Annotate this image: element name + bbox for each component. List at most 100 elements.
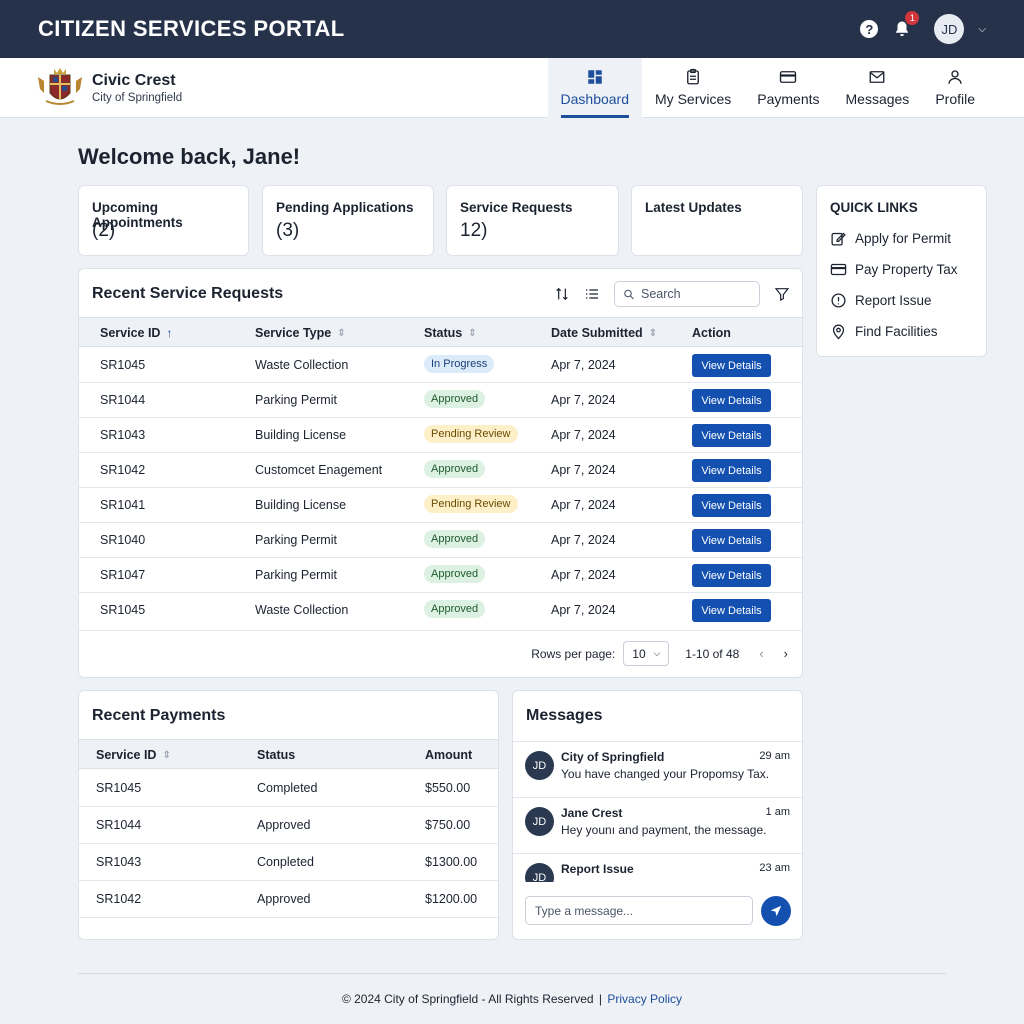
message-input[interactable] [525,896,753,925]
table-row: SR1045 Waste Collection Approved Apr 7, … [79,593,802,631]
service-id: SR1042 [100,463,146,477]
stat-label: Latest Updates [645,200,742,215]
view-details-button[interactable]: View Details [692,354,771,377]
view-details-button[interactable]: View Details [692,389,771,412]
stat-card-pending-applications[interactable]: Pending Applications (3) [262,185,434,256]
sort-icon: ⇕ [468,327,477,339]
view-details-button[interactable]: View Details [692,529,771,552]
nav-item-dashboard[interactable]: Dashboard [547,57,643,118]
message-time: 1 am [765,806,790,818]
stat-value: (3) [276,220,300,241]
payment-status: Approved [257,892,311,906]
stat-card-service-requests[interactable]: Service Requests 12) [446,185,619,256]
nav-label-profile: Profile [935,91,975,107]
copyright-text: © 2024 City of Springfield - All Rights … [341,992,594,1006]
brand[interactable]: Civic Crest City of Springfield [0,67,182,109]
table-row: SR1045 Waste Collection In Progress Apr … [79,348,802,383]
search-input[interactable] [641,287,751,301]
view-details-button[interactable]: View Details [692,424,771,447]
quick-link-apply-permit[interactable]: Apply for Permit [830,230,951,247]
help-icon[interactable]: ? [860,20,879,38]
payment-amount: $1300.00 [425,855,478,869]
column-header-service-id[interactable]: Service ID ⇕ [96,748,171,762]
service-id: SR1047 [100,568,146,582]
user-icon [948,70,962,84]
service-id: SR1040 [100,533,146,547]
message-item[interactable]: JD City of Springfield 29 am You have ch… [513,742,802,798]
clipboard-icon [687,68,700,85]
notifications-button[interactable]: 1 [892,11,920,40]
message-item[interactable]: JD Jane Crest 1 am Hey younı and payment… [513,798,802,854]
service-type: Building License [255,428,347,442]
filter-icon[interactable] [774,286,790,302]
message-sender: Jane Crest [561,806,623,820]
message-item[interactable]: JD Report Issue 23 am [513,854,802,882]
sort-icon: ⇕ [648,327,658,339]
stat-value: (2) [92,220,116,241]
nav-item-payments[interactable]: Payments [744,58,832,118]
send-button[interactable] [761,896,791,926]
message-time: 23 am [759,862,790,874]
search-box[interactable] [614,281,760,307]
table-row: SR1044 Parking Permit Approved Apr 7, 20… [79,383,802,418]
chevron-down-icon[interactable]: ⌵ [978,24,986,35]
quick-link-find-facilities[interactable]: Find Facilities [830,323,938,340]
city-crest-logo [38,67,82,105]
nav-item-my-services[interactable]: My Services [642,58,744,118]
service-type: Parking Permit [255,568,337,582]
stat-label: Upcoming Appointments [92,200,183,230]
view-details-button[interactable]: View Details [692,494,771,517]
stat-card-upcoming-appointments[interactable]: Upcoming Appointments (2) [78,185,249,256]
message-text: You have changed your Propomsy Tax. [561,767,770,781]
table-row: SR1042 Customcet Enagement Approved Apr … [79,453,802,488]
list-view-icon[interactable] [584,286,600,302]
top-header-bar: CITIZEN SERVICES PORTAL ? 1 JD ⌵ [0,0,1024,58]
send-icon [770,905,782,917]
column-header-status[interactable]: Status ⇕ [424,326,477,340]
search-icon [624,289,634,299]
quick-link-pay-property-tax[interactable]: Pay Property Tax [830,261,958,278]
nav-item-profile[interactable]: Profile [922,58,988,118]
service-id: SR1044 [96,818,142,832]
welcome-heading: Welcome back, Jane! [78,144,301,169]
service-type: Waste Collection [255,603,349,617]
quick-link-label: Pay Property Tax [855,262,958,277]
view-details-button[interactable]: View Details [692,599,771,622]
service-requests-title: Recent Service Requests [92,285,284,302]
card-icon [830,263,847,276]
messages-title: Messages [526,707,603,724]
view-details-button[interactable]: View Details [692,459,771,482]
column-header-service-id[interactable]: Service ID ↑ [100,326,172,340]
status-badge: Approved [424,460,486,478]
service-type: Customcet Enagement [255,463,383,477]
previous-page-icon[interactable]: ‹ [759,646,763,661]
quick-link-report-issue[interactable]: Report Issue [830,292,932,309]
message-time: 29 am [759,750,790,762]
message-sender: Report Issue [561,862,634,876]
next-page-icon[interactable]: › [784,646,788,661]
sort-icon: ⇕ [162,749,171,761]
payment-status: Conpleted [257,855,314,869]
quick-link-label: Apply for Permit [855,231,952,246]
rows-per-page-select[interactable]: 10 ⌵ [623,641,670,666]
date-submitted: Apr 7, 2024 [551,603,616,617]
nav-item-messages[interactable]: Messages [833,58,923,118]
view-details-button[interactable]: View Details [692,564,771,587]
stat-card-latest-updates[interactable]: Latest Updates [631,185,803,256]
payments-title: Recent Payments [92,707,226,724]
service-id: SR1045 [100,358,146,372]
payment-amount: $1200.00 [425,892,478,906]
quick-links-panel: QUICK LINKS Apply for Permit Pay Propert… [816,185,987,357]
column-header-service-type[interactable]: Service Type ⇕ [255,326,346,340]
recent-payments-panel: Recent Payments Service ID ⇕ Status Amoun… [78,690,499,940]
privacy-policy-link[interactable]: Privacy Policy [607,992,682,1006]
service-id: SR1044 [100,393,146,407]
sort-icon[interactable] [554,286,570,302]
nav-label-payments: Payments [757,91,820,107]
status-badge: Pending Review [424,425,518,443]
service-id: SR1043 [96,855,142,869]
main-navbar: Civic Crest City of Springfield Dashboar… [0,57,1024,118]
message-list[interactable]: JD City of Springfield 29 am You have ch… [513,741,802,882]
column-header-date-submitted[interactable]: Date Submitted ⇕ [551,326,657,340]
user-avatar[interactable]: JD [934,14,965,44]
